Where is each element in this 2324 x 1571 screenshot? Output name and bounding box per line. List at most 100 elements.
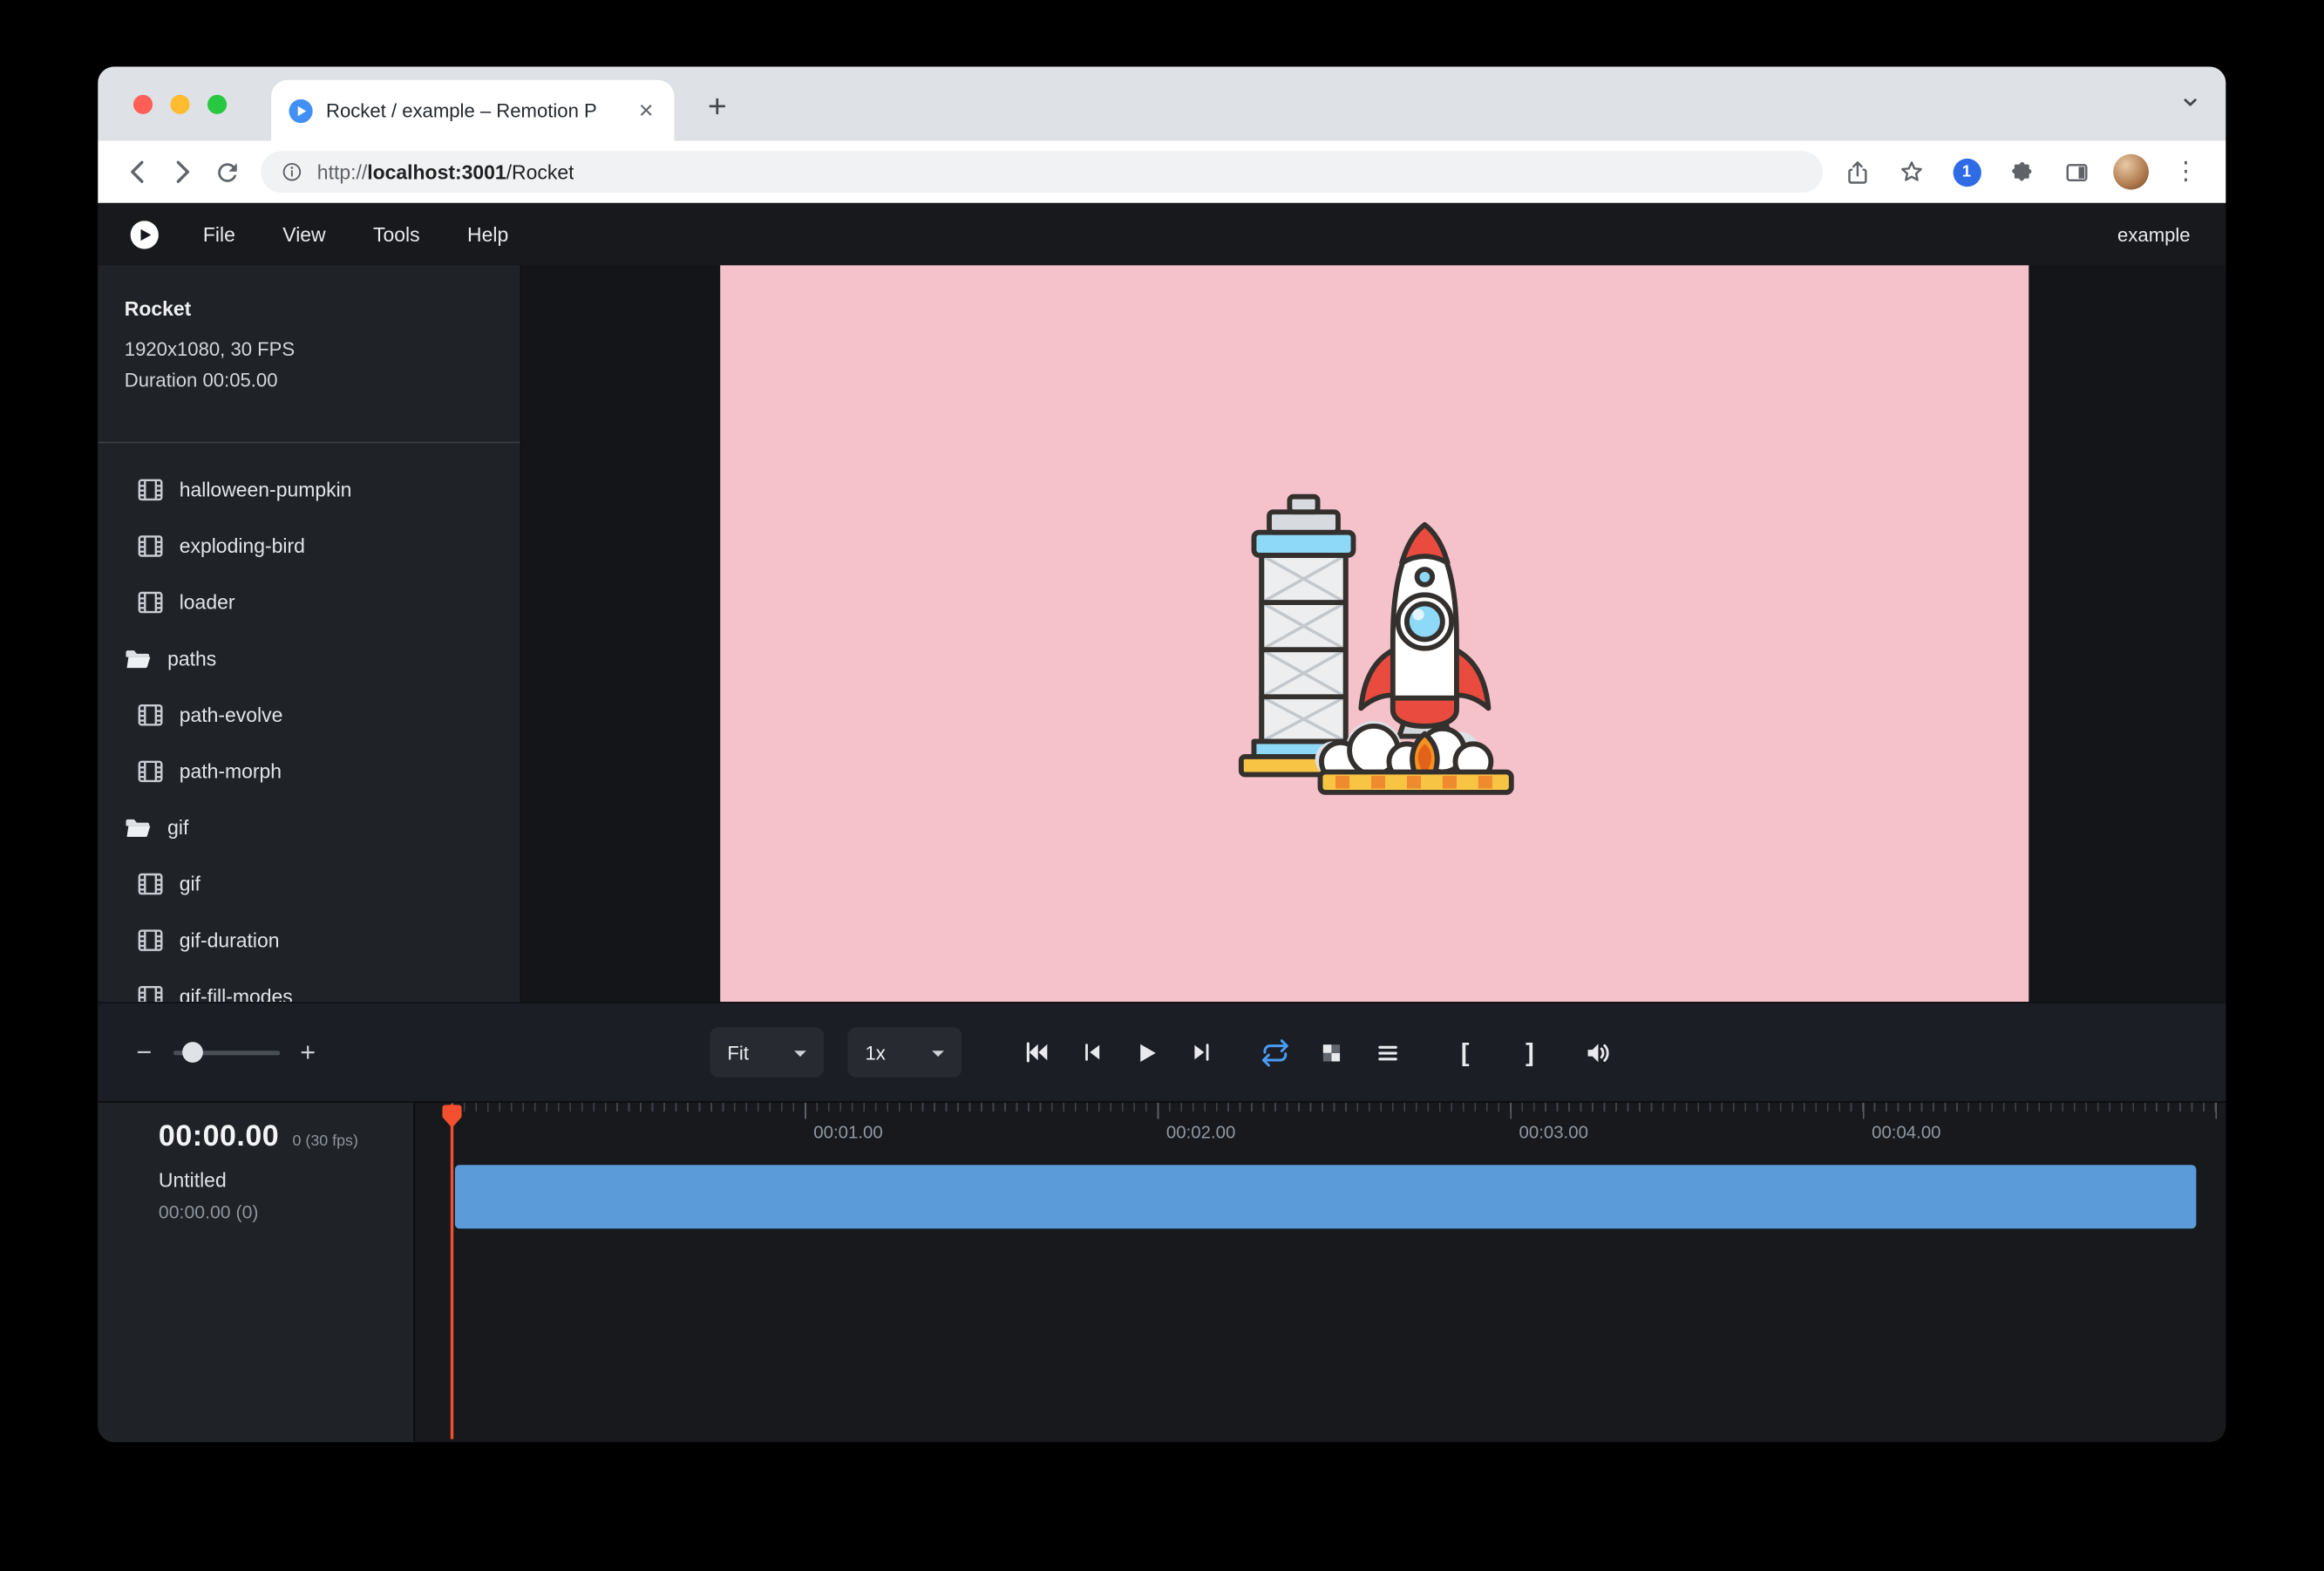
track-name[interactable]: Untitled: [159, 1169, 413, 1192]
bundle-name-label[interactable]: example: [2117, 223, 2193, 246]
sequence-icon: [138, 704, 163, 726]
sequence-icon: [138, 985, 163, 1003]
profile-avatar[interactable]: [2109, 150, 2153, 194]
tab-title: Rocket / example – Remotion P: [326, 99, 622, 122]
menu-help[interactable]: Help: [444, 203, 533, 265]
previous-frame-icon[interactable]: [1076, 1036, 1108, 1068]
remotion-logo-icon[interactable]: [131, 220, 159, 248]
sidebar-item-loader[interactable]: loader: [98, 574, 520, 630]
sequence-icon: [138, 872, 163, 894]
out-point-bracket-icon[interactable]: ]: [1526, 1040, 1534, 1065]
ruler-label: 00:02.00: [1166, 1122, 1235, 1143]
browser-menu-kebab-icon[interactable]: ⋮: [2164, 150, 2208, 194]
sidebar-folder-gif[interactable]: gif: [98, 799, 520, 855]
share-icon[interactable]: [1835, 150, 1879, 194]
reload-icon[interactable]: [205, 150, 249, 194]
composition-resolution: 1920x1080, 30 FPS: [125, 334, 493, 365]
sidebar-item-gif[interactable]: gif: [98, 855, 520, 912]
bookmark-star-icon[interactable]: [1890, 150, 1934, 194]
timeline-zoom-controls: − +: [136, 1039, 316, 1066]
browser-tab[interactable]: Rocket / example – Remotion P ×: [271, 80, 674, 141]
chevron-down-icon: [932, 1050, 944, 1062]
view-option-controls: [ ]: [1260, 1036, 1614, 1068]
sequence-icon: [138, 928, 163, 951]
new-tab-button[interactable]: +: [695, 85, 739, 129]
remotion-favicon-icon: [289, 99, 313, 122]
browser-toolbar: http://localhost:3001/Rocket 1: [98, 141, 2225, 203]
zoom-in-icon[interactable]: +: [300, 1039, 316, 1066]
extensions-puzzle-icon[interactable]: [1999, 150, 2043, 194]
sidebar-item-label: gif-duration: [180, 928, 280, 951]
center-controls: Fit 1x: [710, 1027, 1614, 1078]
playhead-line[interactable]: [451, 1105, 453, 1439]
sidebar-item-label: gif: [167, 816, 188, 839]
play-icon[interactable]: [1131, 1036, 1163, 1068]
timeline-track-bar[interactable]: [455, 1165, 2197, 1228]
minimize-window-button[interactable]: [171, 95, 190, 114]
sidebar-item-label: path-evolve: [180, 704, 283, 726]
window-controls: [133, 95, 227, 114]
timeline-panel: 00:00.00 0 (30 fps) Untitled 00:00.00 (0…: [98, 1101, 2225, 1442]
sidebar-item-path-morph[interactable]: path-morph: [98, 743, 520, 799]
sidebar-item-label: path-morph: [180, 759, 282, 782]
zoom-out-icon[interactable]: −: [136, 1039, 152, 1066]
timeline-info-panel: 00:00.00 0 (30 fps) Untitled 00:00.00 (0…: [98, 1103, 415, 1442]
sidebar-item-label: loader: [180, 590, 235, 613]
playhead-handle[interactable]: [442, 1105, 463, 1130]
sidebar-item-label: gif: [180, 872, 200, 894]
fullscreen-window-button[interactable]: [207, 95, 227, 114]
playback-speed-value: 1x: [866, 1041, 886, 1064]
render-queue-lines-icon[interactable]: [1372, 1036, 1404, 1068]
ruler-major-ticks: [452, 1103, 2218, 1119]
canvas-size-dropdown[interactable]: Fit: [710, 1027, 824, 1078]
sidebar-folder-paths[interactable]: paths: [98, 630, 520, 687]
sidebar-item-path-evolve[interactable]: path-evolve: [98, 686, 520, 743]
site-info-icon[interactable]: [280, 160, 303, 184]
extension-1password-icon[interactable]: 1: [1944, 150, 1988, 194]
address-bar[interactable]: http://localhost:3001/Rocket: [261, 151, 1823, 193]
in-point-bracket-icon[interactable]: [: [1461, 1040, 1470, 1065]
toolbar-right-icons: 1 ⋮: [1835, 150, 2208, 194]
composition-list: halloween-pumpkin exploding-bird: [98, 443, 520, 1002]
remotion-app: File View Tools Help example Rocket 1920…: [98, 203, 2225, 1442]
transparency-checkerboard-icon[interactable]: [1315, 1036, 1348, 1068]
compositions-sidebar: Rocket 1920x1080, 30 FPS Duration 00:05.…: [98, 265, 521, 1002]
menu-view[interactable]: View: [259, 203, 350, 265]
content-row: Rocket 1920x1080, 30 FPS Duration 00:05.…: [98, 265, 2225, 1002]
transport-controls: [1021, 1036, 1218, 1068]
slider-knob[interactable]: [181, 1041, 202, 1062]
desktop: Rocket / example – Remotion P × +: [0, 0, 2324, 1571]
chevron-down-icon: [794, 1050, 806, 1062]
side-panel-icon[interactable]: [2054, 150, 2098, 194]
sidebar-item-gif-duration[interactable]: gif-duration: [98, 912, 520, 969]
folder-open-icon: [125, 647, 152, 670]
volume-icon[interactable]: [1581, 1036, 1614, 1068]
sidebar-item-label: paths: [167, 647, 216, 670]
url-text: http://localhost:3001/Rocket: [317, 160, 574, 183]
timeline-tracks-area[interactable]: 00:01.00 00:02.00 00:03.00 00:04.00: [415, 1103, 2225, 1442]
track-detail: 00:00.00 (0): [159, 1202, 413, 1223]
app-menu-bar: File View Tools Help example: [98, 203, 2225, 265]
close-tab-icon[interactable]: ×: [635, 98, 656, 123]
close-window-button[interactable]: [133, 95, 153, 114]
playback-speed-dropdown[interactable]: 1x: [847, 1027, 962, 1078]
forward-icon[interactable]: [160, 150, 205, 194]
ruler-label: 00:01.00: [813, 1122, 882, 1143]
sequence-icon: [138, 759, 163, 782]
loop-icon[interactable]: [1260, 1036, 1292, 1068]
jump-to-end-icon[interactable]: [1186, 1036, 1218, 1068]
preview-canvas[interactable]: [719, 265, 2028, 1002]
timeline-zoom-slider[interactable]: [173, 1050, 279, 1054]
jump-to-start-icon[interactable]: [1021, 1036, 1053, 1068]
preview-area: [521, 265, 2225, 1002]
browser-window: Rocket / example – Remotion P × +: [98, 67, 2225, 1443]
menu-tools[interactable]: Tools: [350, 203, 444, 265]
composition-title: Rocket: [125, 298, 493, 321]
sidebar-item-gif-fill-modes[interactable]: gif-fill-modes: [98, 968, 520, 1002]
tab-overflow-chevron-icon[interactable]: [2176, 87, 2205, 117]
sidebar-item-halloween-pumpkin[interactable]: halloween-pumpkin: [98, 461, 520, 518]
sidebar-item-exploding-bird[interactable]: exploding-bird: [98, 517, 520, 574]
back-icon[interactable]: [116, 150, 160, 194]
tab-strip: Rocket / example – Remotion P × +: [98, 67, 2225, 141]
menu-file[interactable]: File: [180, 203, 259, 265]
